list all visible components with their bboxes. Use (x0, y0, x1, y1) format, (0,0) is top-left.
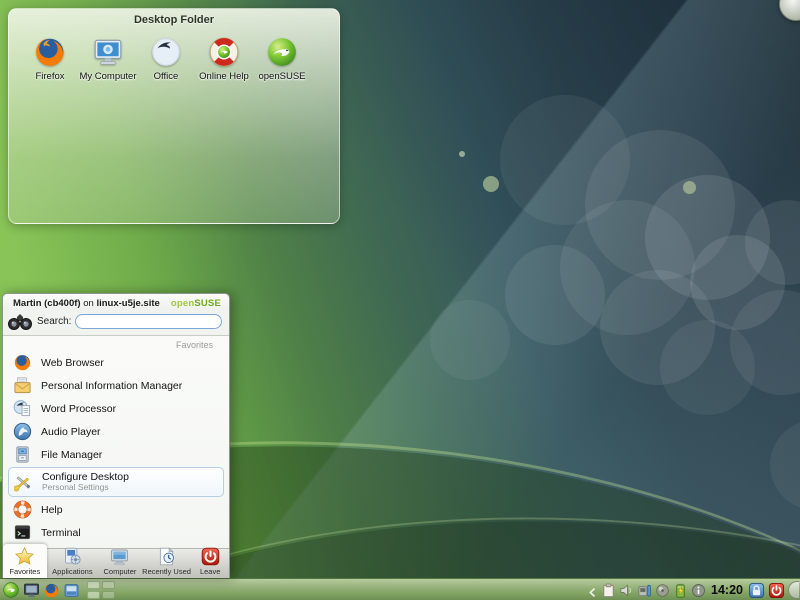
kickoff-tab-bar: Favorites Applications Computer Recently… (3, 548, 229, 578)
computer-icon (109, 546, 130, 567)
kickoff-conjunction: on (81, 298, 97, 309)
tab-label: Favorites (9, 567, 40, 576)
menu-item-sublabel: Personal Settings (42, 483, 129, 493)
envelope-icon (13, 376, 32, 395)
writer-icon (13, 399, 32, 418)
binoculars-search-icon (7, 312, 33, 331)
clipboard-icon[interactable] (601, 583, 616, 598)
menu-item-terminal[interactable]: Terminal (3, 521, 229, 544)
kickoff-menu: Martin (cb400f) on linux-u5je.site openS… (2, 293, 230, 578)
amarok-icon (13, 422, 32, 441)
mail-window-icon[interactable] (63, 582, 80, 599)
menu-item-word-processor[interactable]: Word Processor (3, 397, 229, 420)
menu-item-label: Terminal (41, 527, 81, 539)
pager-desktop[interactable] (102, 581, 115, 589)
kickoff-hostname: linux-u5je.site (96, 298, 159, 309)
search-label: Search: (37, 316, 71, 327)
kickoff-user-line: Martin (cb400f) on linux-u5je.site (13, 298, 160, 309)
pager-desktop[interactable] (102, 591, 115, 599)
show-desktop-icon[interactable] (23, 582, 40, 599)
menu-item-help[interactable]: Help (3, 498, 229, 521)
kickoff-search-row: Search: (3, 310, 229, 335)
volume-icon[interactable] (619, 583, 634, 598)
menu-item-audio-player[interactable]: Audio Player (3, 420, 229, 443)
lock-icon[interactable] (748, 582, 765, 599)
panel-toolbox-cashew-icon[interactable] (788, 581, 799, 599)
office-icon (149, 35, 183, 69)
tab-recently-used[interactable]: Recently Used (142, 548, 192, 578)
media-device-icon[interactable] (655, 583, 670, 598)
clock[interactable]: 14:20 (709, 583, 745, 597)
desktop-toolbox-cashew-icon[interactable] (779, 0, 800, 21)
collapse-arrow-icon[interactable] (587, 585, 598, 596)
tab-computer[interactable]: Computer (98, 548, 142, 578)
kickoff-header: Martin (cb400f) on linux-u5je.site openS… (3, 294, 229, 310)
tab-label: Leave (200, 567, 220, 576)
applications-icon (62, 546, 83, 567)
search-input[interactable] (75, 314, 222, 329)
power-icon (200, 546, 221, 567)
menu-item-label: File Manager (41, 449, 102, 461)
menu-item-label: Web Browser (41, 357, 104, 369)
kickoff-favorites-view: Favorites Web Browser Personal Informati… (3, 336, 229, 561)
pager-desktop[interactable] (87, 591, 100, 599)
menu-item-configure-desktop[interactable]: Configure Desktop Personal Settings (8, 467, 224, 497)
desktop-icon-office[interactable]: Office (137, 35, 195, 82)
desktop-folder-title: Desktop Folder (9, 9, 339, 26)
tab-favorites[interactable]: Favorites (3, 544, 47, 578)
menu-item-label: Word Processor (41, 403, 116, 415)
info-icon[interactable] (691, 583, 706, 598)
desktop-icon-label: openSUSE (258, 71, 305, 82)
menu-item-web-browser[interactable]: Web Browser (3, 351, 229, 374)
opensuse-logo: openSUSE (171, 298, 221, 309)
desktop-icon-label: Online Help (199, 71, 249, 82)
star-icon (14, 546, 35, 567)
desktop: Desktop Folder Firefox My Computer Offic… (0, 0, 800, 600)
recent-docs-icon (156, 546, 177, 567)
tab-label: Recently Used (142, 567, 191, 576)
terminal-icon (13, 523, 32, 542)
pager-desktop[interactable] (87, 581, 100, 589)
file-cabinet-icon (13, 445, 32, 464)
tab-leave[interactable]: Leave (191, 548, 229, 578)
tab-applications[interactable]: Applications (47, 548, 99, 578)
my-computer-icon (91, 35, 125, 69)
desktop-icon-opensuse[interactable]: openSUSE (253, 35, 311, 82)
firefox-icon (13, 353, 32, 372)
menu-item-pim[interactable]: Personal Information Manager (3, 374, 229, 397)
power-icon[interactable] (768, 582, 785, 599)
firefox-icon[interactable] (43, 582, 60, 599)
tab-label: Applications (52, 567, 92, 576)
desktop-icon-my-computer[interactable]: My Computer (79, 35, 137, 82)
menu-item-label: Help (41, 504, 63, 516)
battery-icon[interactable] (673, 583, 688, 598)
desktop-folder-widget: Desktop Folder Firefox My Computer Offic… (8, 8, 340, 224)
desktop-icon-label: Firefox (35, 71, 64, 82)
desktop-icon-label: My Computer (79, 71, 136, 82)
favorites-section-label: Favorites (3, 336, 229, 351)
menu-item-file-manager[interactable]: File Manager (3, 443, 229, 466)
firefox-icon (33, 35, 67, 69)
kickoff-launcher-button[interactable] (2, 581, 20, 599)
menu-item-label: Audio Player (41, 426, 101, 438)
desktop-icon-online-help[interactable]: Online Help (195, 35, 253, 82)
taskbar-panel: 14:20 (0, 578, 800, 600)
desktop-icon-firefox[interactable]: Firefox (21, 35, 79, 82)
lifebuoy-icon (13, 500, 32, 519)
device-notifier-icon[interactable] (637, 583, 652, 598)
crossed-tools-icon (14, 473, 33, 492)
virtual-desktop-pager[interactable] (87, 581, 115, 599)
tab-label: Computer (103, 567, 136, 576)
desktop-icon-label: Office (154, 71, 179, 82)
menu-item-label: Personal Information Manager (41, 380, 182, 392)
online-help-icon (207, 35, 241, 69)
opensuse-icon (265, 35, 299, 69)
kickoff-username: Martin (cb400f) (13, 298, 81, 309)
